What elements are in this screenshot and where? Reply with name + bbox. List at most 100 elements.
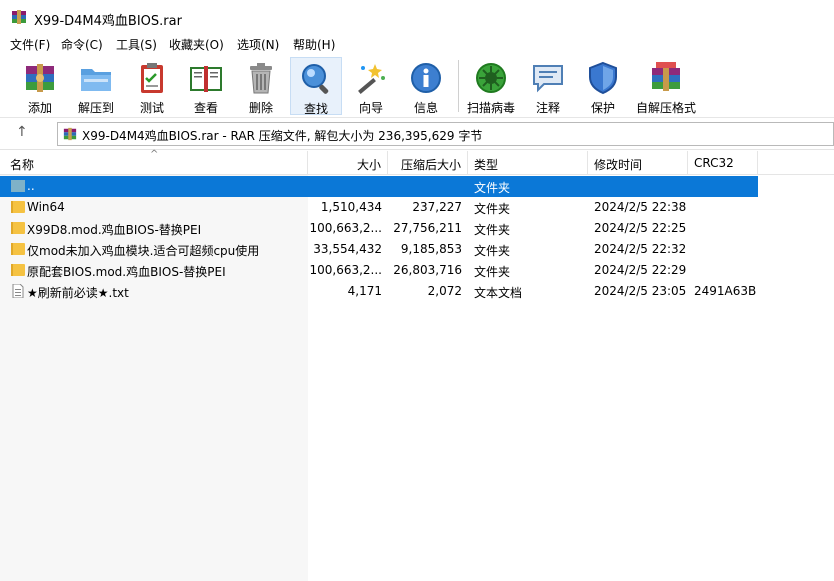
file-size: 4,171 bbox=[347, 284, 382, 298]
menu-bar: 文件(F) 命令(C) 工具(S) 收藏夹(O) 选项(N) 帮助(H) bbox=[0, 34, 834, 54]
file-type: 文件夹 bbox=[474, 223, 511, 237]
folder-icon bbox=[11, 264, 25, 276]
file-size: 100,663,2... bbox=[309, 263, 382, 277]
column-name[interactable]: ^ 名称 bbox=[0, 149, 308, 175]
virus-scan-icon bbox=[476, 63, 506, 93]
archive-path: X99-D4M4鸡血BIOS.rar - RAR 压缩文件, 解包大小为 236… bbox=[82, 129, 483, 143]
column-packed[interactable]: 压缩后大小 bbox=[388, 151, 468, 175]
delete-label: 删除 bbox=[248, 101, 273, 115]
column-packed-label: 压缩后大小 bbox=[400, 158, 461, 172]
file-packed: 26,803,716 bbox=[393, 263, 462, 277]
column-modified[interactable]: 修改时间 bbox=[588, 151, 688, 175]
test-label: 测试 bbox=[139, 101, 164, 115]
comment-button[interactable]: 注释 bbox=[522, 57, 574, 115]
trash-icon bbox=[250, 63, 272, 94]
file-modified: 2024/2/5 22:32 bbox=[594, 242, 687, 256]
column-type-label: 类型 bbox=[474, 158, 499, 172]
column-modified-label: 修改时间 bbox=[594, 158, 643, 172]
column-crc[interactable]: CRC32 bbox=[688, 151, 758, 175]
virus-scan-button[interactable]: 扫描病毒 bbox=[462, 57, 520, 115]
up-arrow-icon[interactable]: ↑ bbox=[16, 124, 28, 140]
file-crc: 2491A63B bbox=[694, 284, 757, 298]
wizard-button[interactable]: 向导 bbox=[344, 57, 398, 115]
extract-to-label: 解压到 bbox=[77, 101, 114, 115]
menu-favorites[interactable]: 收藏夹(O) bbox=[169, 36, 224, 53]
menu-tools[interactable]: 工具(S) bbox=[116, 36, 157, 53]
menu-commands[interactable]: 命令(C) bbox=[61, 36, 103, 53]
toolbar-separator bbox=[458, 60, 459, 112]
file-packed: 9,185,853 bbox=[400, 242, 462, 256]
folder-icon bbox=[11, 243, 25, 255]
protect-label: 保护 bbox=[590, 101, 615, 115]
add-label: 添加 bbox=[27, 101, 52, 115]
file-type: 文件夹 bbox=[474, 265, 511, 279]
info-button[interactable]: 信息 bbox=[400, 57, 452, 115]
shield-icon bbox=[589, 61, 617, 95]
test-clipboard-icon bbox=[141, 63, 163, 93]
file-name: 仅mod未加入鸡血模块.适合可超频cpu使用 bbox=[27, 244, 260, 258]
sfx-archive-icon bbox=[652, 62, 680, 91]
find-label: 查找 bbox=[303, 102, 328, 116]
menu-help[interactable]: 帮助(H) bbox=[293, 36, 335, 53]
parent-folder-icon bbox=[11, 180, 25, 192]
comment-label: 注释 bbox=[535, 101, 560, 115]
file-modified: 2024/2/5 22:38 bbox=[594, 200, 687, 214]
sfx-label: 自解压格式 bbox=[635, 101, 696, 115]
protect-button[interactable]: 保护 bbox=[576, 57, 630, 115]
column-size[interactable]: 大小 bbox=[308, 151, 388, 175]
path-field[interactable]: X99-D4M4鸡血BIOS.rar - RAR 压缩文件, 解包大小为 236… bbox=[57, 122, 834, 146]
file-row[interactable]: ★刷新前必读★.txt 4,171 2,072 文本文档 2024/2/5 23… bbox=[0, 281, 758, 302]
file-name: 原配套BIOS.mod.鸡血BIOS-替换PEI bbox=[27, 265, 226, 279]
sort-up-icon: ^ bbox=[150, 149, 159, 160]
title-bar: X99-D4M4鸡血BIOS.rar bbox=[0, 0, 834, 34]
column-header: ^ 名称 大小 压缩后大小 类型 修改时间 CRC32 bbox=[0, 149, 834, 175]
file-row[interactable]: Win64 1,510,434 237,227 文件夹 2024/2/5 22:… bbox=[0, 197, 758, 218]
archive-icon bbox=[63, 127, 77, 141]
comment-icon bbox=[533, 65, 563, 93]
extract-to-button[interactable]: 解压到 bbox=[68, 57, 124, 115]
column-crc-label: CRC32 bbox=[694, 156, 734, 170]
toolbar: 添加 解压到 测试 查看 删除 查找 向导 信息 扫描病毒 注释 保护 自解压格… bbox=[0, 54, 834, 118]
find-button[interactable]: 查找 bbox=[290, 57, 342, 116]
file-packed: 2,072 bbox=[427, 284, 462, 298]
column-size-label: 大小 bbox=[356, 158, 381, 172]
folder-icon bbox=[11, 201, 25, 213]
view-button[interactable]: 查看 bbox=[180, 57, 232, 115]
window-title: X99-D4M4鸡血BIOS.rar bbox=[34, 14, 182, 29]
file-name: X99D8.mod.鸡血BIOS-替换PEI bbox=[27, 223, 202, 237]
file-packed: 27,756,211 bbox=[393, 221, 462, 235]
file-name: ★刷新前必读★.txt bbox=[27, 286, 129, 300]
extract-folder-icon bbox=[81, 69, 111, 91]
folder-icon bbox=[11, 222, 25, 234]
column-name-label: 名称 bbox=[10, 158, 35, 172]
file-modified: 2024/2/5 22:25 bbox=[594, 221, 687, 235]
file-modified: 2024/2/5 22:29 bbox=[594, 263, 687, 277]
wizard-label: 向导 bbox=[358, 101, 383, 115]
info-label: 信息 bbox=[413, 101, 438, 115]
find-magnifier-icon bbox=[302, 64, 329, 94]
file-row[interactable]: X99D8.mod.鸡血BIOS-替换PEI 100,663,2... 27,7… bbox=[0, 218, 758, 239]
file-row-parent[interactable]: .. 文件夹 bbox=[0, 176, 758, 197]
add-archive-icon bbox=[26, 64, 54, 92]
test-button[interactable]: 测试 bbox=[124, 57, 180, 115]
delete-button[interactable]: 删除 bbox=[234, 57, 288, 115]
add-button[interactable]: 添加 bbox=[12, 57, 68, 115]
text-file-icon bbox=[12, 284, 24, 298]
file-row[interactable]: 原配套BIOS.mod.鸡血BIOS-替换PEI 100,663,2... 26… bbox=[0, 260, 758, 281]
file-type: 文件夹 bbox=[474, 202, 511, 216]
file-size: 1,510,434 bbox=[320, 200, 382, 214]
info-icon bbox=[411, 63, 441, 93]
file-size: 33,554,432 bbox=[313, 242, 382, 256]
virus-scan-label: 扫描病毒 bbox=[466, 101, 515, 115]
file-row[interactable]: 仅mod未加入鸡血模块.适合可超频cpu使用 33,554,432 9,185,… bbox=[0, 239, 758, 260]
wizard-wand-icon bbox=[358, 64, 385, 94]
sfx-button[interactable]: 自解压格式 bbox=[632, 57, 700, 115]
file-modified: 2024/2/5 23:05 bbox=[594, 284, 687, 298]
column-type[interactable]: 类型 bbox=[468, 151, 588, 175]
file-type: 文件夹 bbox=[474, 181, 511, 195]
menu-file[interactable]: 文件(F) bbox=[10, 36, 50, 53]
view-label: 查看 bbox=[193, 101, 218, 115]
view-book-icon bbox=[190, 66, 222, 92]
menu-options[interactable]: 选项(N) bbox=[237, 36, 279, 53]
file-name: .. bbox=[27, 179, 35, 193]
